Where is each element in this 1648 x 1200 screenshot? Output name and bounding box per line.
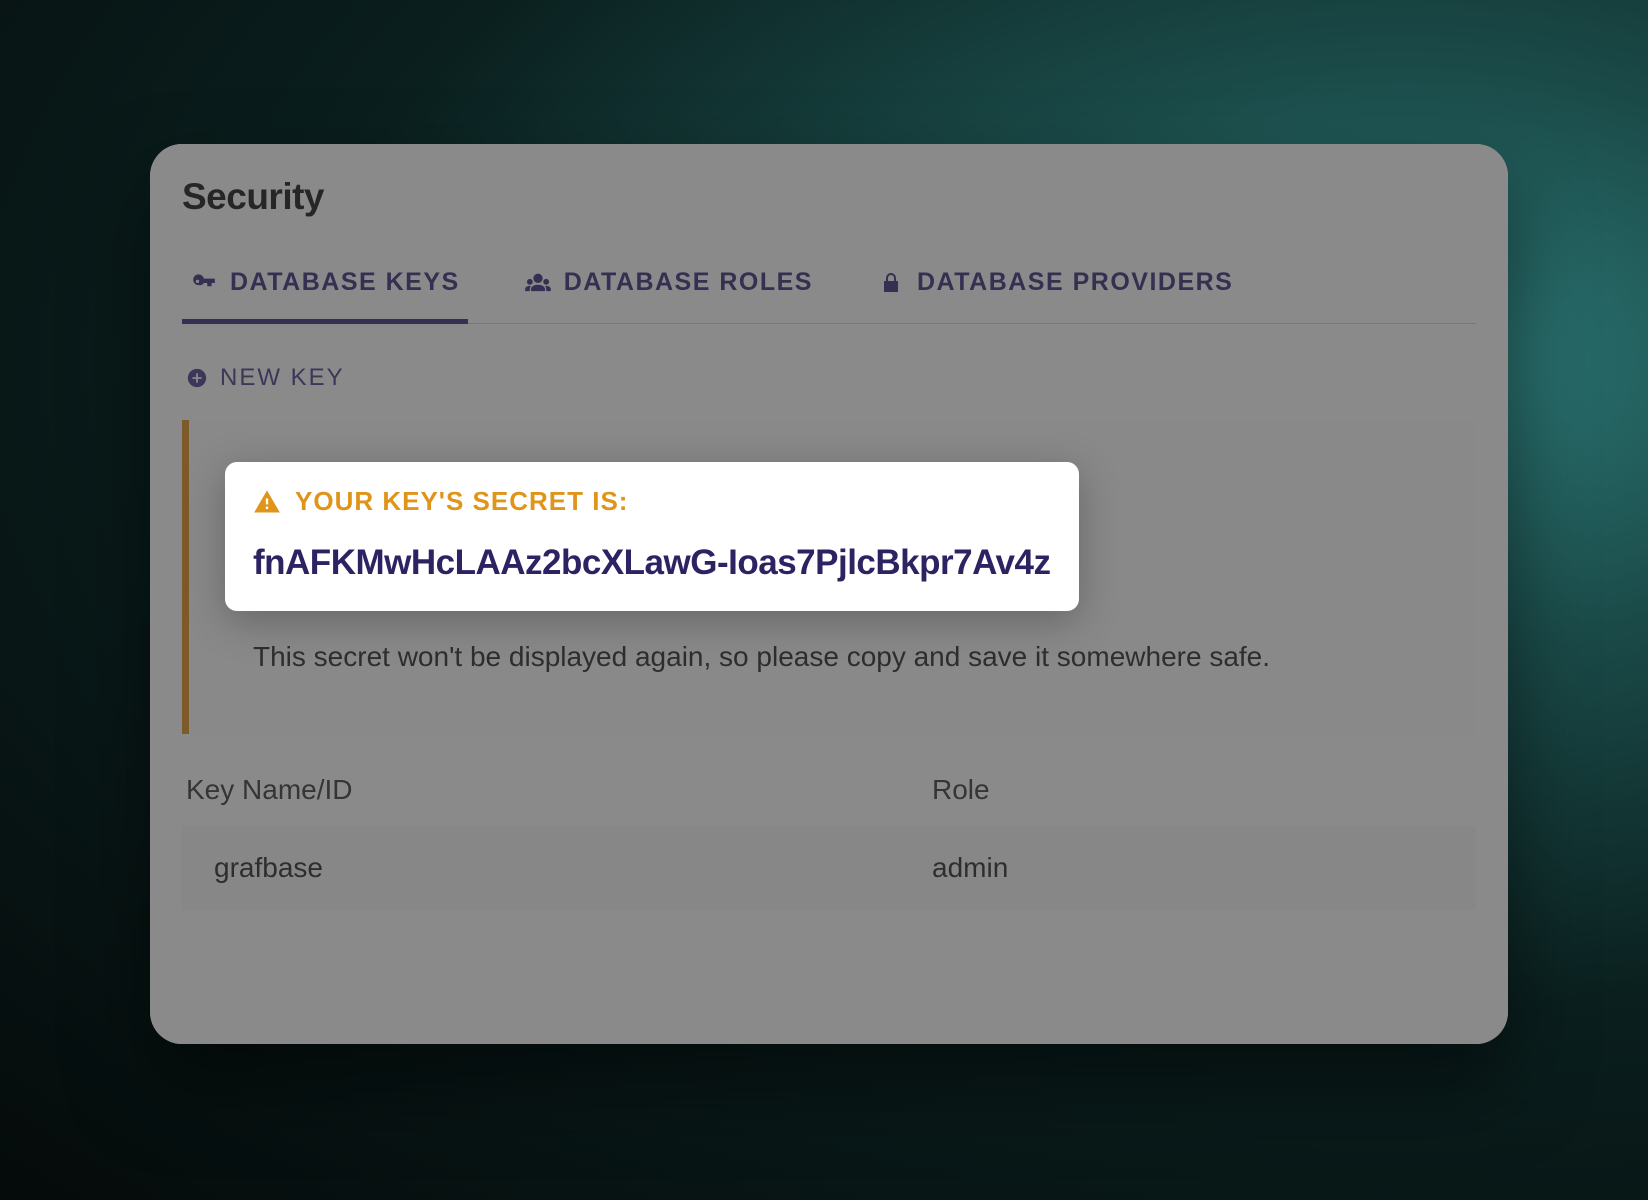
lock-icon <box>877 269 905 297</box>
cell-key-role: admin <box>932 852 1476 884</box>
key-icon <box>190 269 218 297</box>
secret-hint: This secret won't be displayed again, so… <box>253 637 1434 678</box>
page-title: Security <box>182 176 1476 218</box>
secret-heading: YOUR KEY'S SECRET IS: <box>253 486 1051 517</box>
secret-heading-text: YOUR KEY'S SECRET IS: <box>295 486 628 517</box>
warning-icon <box>253 488 281 516</box>
keys-table-header: Key Name/ID Role <box>182 756 1476 826</box>
column-header-name: Key Name/ID <box>182 774 932 806</box>
column-header-role: Role <box>932 774 1476 806</box>
tabs: DATABASE KEYS DATABASE ROLES DATABASE PR… <box>182 250 1476 324</box>
new-key-label: NEW KEY <box>220 364 345 392</box>
tab-database-roles[interactable]: DATABASE ROLES <box>516 250 821 323</box>
secret-card: YOUR KEY'S SECRET IS: fnAFKMwHcLAAz2bcXL… <box>225 462 1079 611</box>
tab-database-keys[interactable]: DATABASE KEYS <box>182 250 468 323</box>
new-key-button[interactable]: NEW KEY <box>182 324 1476 420</box>
tab-label: DATABASE PROVIDERS <box>917 268 1233 297</box>
tab-label: DATABASE ROLES <box>564 268 813 297</box>
tab-database-providers[interactable]: DATABASE PROVIDERS <box>869 250 1241 323</box>
table-row[interactable]: grafbase admin <box>182 826 1476 910</box>
secret-alert: YOUR KEY'S SECRET IS: fnAFKMwHcLAAz2bcXL… <box>182 420 1476 734</box>
security-panel: Security DATABASE KEYS DATABASE ROLES DA… <box>150 144 1508 1044</box>
tab-label: DATABASE KEYS <box>230 268 460 297</box>
cell-key-name: grafbase <box>182 852 932 884</box>
secret-value[interactable]: fnAFKMwHcLAAz2bcXLawG-Ioas7PjlcBkpr7Av4z <box>253 543 1051 583</box>
plus-circle-icon <box>186 367 208 389</box>
users-icon <box>524 269 552 297</box>
